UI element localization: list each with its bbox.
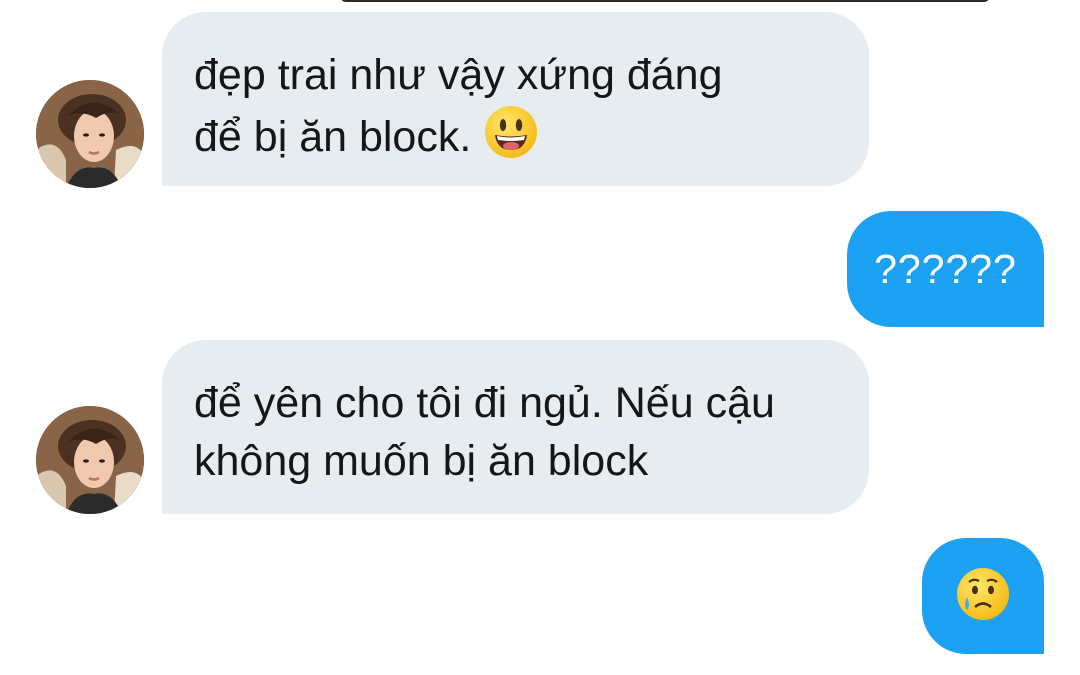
sent-message-bubble[interactable]: ?????? (847, 211, 1044, 327)
message-line: để yên cho tôi đi ngủ. Nếu cậu (194, 379, 775, 427)
sent-message-bubble[interactable] (922, 538, 1044, 654)
avatar-photo (36, 80, 144, 188)
top-divider (340, 0, 990, 2)
avatar-photo (36, 406, 144, 514)
message-text: đẹp trai như vậy xứng đáng để bị ăn bloc… (194, 46, 839, 175)
message-text: ?????? (874, 245, 1017, 292)
received-message-bubble[interactable]: để yên cho tôi đi ngủ. Nếu cậu không muố… (162, 340, 869, 514)
grinning-face-emoji-icon (483, 104, 539, 175)
sender-avatar[interactable] (36, 80, 144, 188)
message-text: để yên cho tôi đi ngủ. Nếu cậu không muố… (194, 374, 839, 490)
message-line: không muốn bị ăn block (194, 437, 649, 485)
crying-face-emoji-icon (955, 566, 1011, 627)
message-line: đẹp trai như vậy xứng đáng (194, 51, 723, 99)
sender-avatar[interactable] (36, 406, 144, 514)
received-message-bubble[interactable]: đẹp trai như vậy xứng đáng để bị ăn bloc… (162, 12, 869, 186)
message-line: để bị ăn block. (194, 112, 472, 161)
